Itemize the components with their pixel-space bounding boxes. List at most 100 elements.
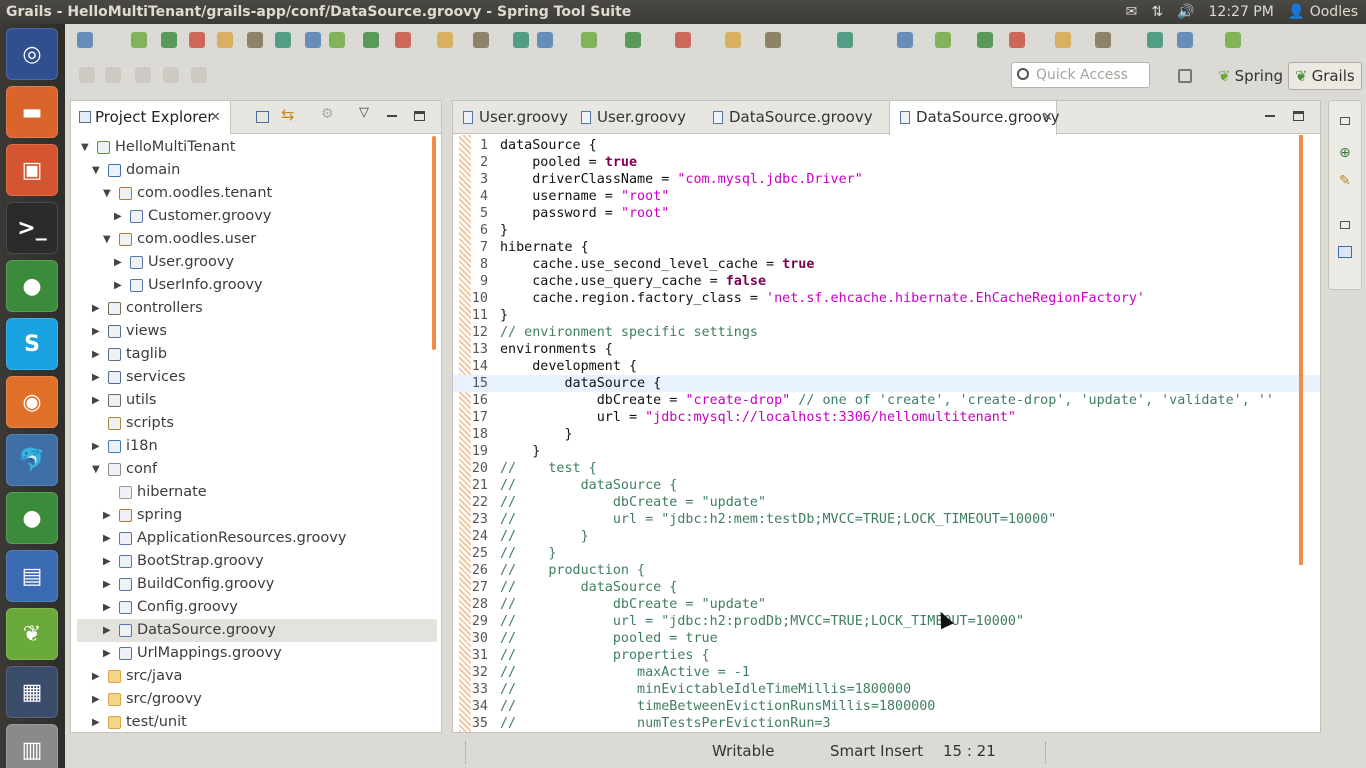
collapsed-arrow-icon[interactable]: ▶ xyxy=(92,688,102,711)
toolbar-icon-9[interactable] xyxy=(329,32,345,48)
launcher-software-center[interactable]: ▣ xyxy=(6,144,58,196)
code-line[interactable]: 18 } xyxy=(453,426,1320,443)
tree-item[interactable]: ▶ i18n xyxy=(77,435,437,458)
toolbar-icon-1[interactable] xyxy=(77,32,93,48)
launcher-ubuntu-dash[interactable]: ◎ xyxy=(6,28,58,80)
servers-icon[interactable]: ⊕ xyxy=(1339,145,1351,161)
editor-tab[interactable]: DataSource.groovy xyxy=(703,101,889,134)
launcher-firefox[interactable]: ◉ xyxy=(6,376,58,428)
tree-item[interactable]: ▼ com.oodles.tenant xyxy=(77,182,437,205)
editor-tab[interactable]: DataSource.groovy ✕ xyxy=(889,101,1060,135)
code-line[interactable]: 32 // maxActive = -1 xyxy=(453,664,1320,681)
tree-item[interactable]: ▶ spring xyxy=(77,504,437,527)
toolbar-disabled-icon-2[interactable] xyxy=(105,67,121,83)
editor-tab[interactable]: User.groovy xyxy=(571,101,703,134)
code-line[interactable]: 9 cache.use_query_cache = false xyxy=(453,273,1320,290)
network-icon[interactable]: ⇅ xyxy=(1151,0,1163,24)
code-line[interactable]: 21 // dataSource { xyxy=(453,477,1320,494)
toolbar-icon-20[interactable] xyxy=(765,32,781,48)
toolbar-icon-25[interactable] xyxy=(1009,32,1025,48)
tree-item[interactable]: ▶ views xyxy=(77,320,437,343)
toolbar-icon-19[interactable] xyxy=(725,32,741,48)
tree-item[interactable]: ▼ com.oodles.user xyxy=(77,228,437,251)
tree-item[interactable]: ▶ utils xyxy=(77,389,437,412)
view-menu-icon[interactable]: ▽ xyxy=(359,105,369,120)
perspective-spring[interactable]: ❦ Spring xyxy=(1212,62,1289,90)
expanded-arrow-icon[interactable]: ▼ xyxy=(103,228,113,251)
collapsed-arrow-icon[interactable]: ▶ xyxy=(92,343,102,366)
tree-item[interactable]: hibernate xyxy=(77,481,437,504)
code-line[interactable]: 14 development { xyxy=(453,358,1320,375)
toolbar-icon-2[interactable] xyxy=(131,32,147,48)
tree-item[interactable]: ▶ User.groovy xyxy=(77,251,437,274)
collapsed-arrow-icon[interactable]: ▶ xyxy=(114,274,124,297)
code-line[interactable]: 28 // dbCreate = "update" xyxy=(453,596,1320,613)
launcher-workspace-switcher[interactable]: ▦ xyxy=(6,666,58,718)
toolbar-icon-15[interactable] xyxy=(537,32,553,48)
perspective-grails[interactable]: ❦ Grails xyxy=(1288,62,1362,90)
collapsed-arrow-icon[interactable]: ▶ xyxy=(103,596,113,619)
tree-item[interactable]: ▼ domain xyxy=(77,159,437,182)
launcher-skype[interactable]: S xyxy=(6,318,58,370)
close-icon[interactable]: ✕ xyxy=(210,101,221,134)
launcher-chrome-2[interactable]: ● xyxy=(6,492,58,544)
toolbar-icon-28[interactable] xyxy=(1147,32,1163,48)
expanded-arrow-icon[interactable]: ▼ xyxy=(92,458,102,481)
launcher-mysql-workbench[interactable]: 🐬 xyxy=(6,434,58,486)
code-line[interactable]: 5 password = "root" xyxy=(453,205,1320,222)
code-line[interactable]: 29// url = "jdbc:h2:prodDb;MVCC=TRUE;LOC… xyxy=(453,613,1320,630)
toolbar-icon-4[interactable] xyxy=(189,32,205,48)
collapsed-arrow-icon[interactable]: ▶ xyxy=(103,642,113,665)
tree-item[interactable]: ▶ BuildConfig.groovy xyxy=(77,573,437,596)
toolbar-icon-12[interactable] xyxy=(437,32,453,48)
tree-item[interactable]: ▶ Config.groovy xyxy=(77,596,437,619)
toolbar-icon-27[interactable] xyxy=(1095,32,1111,48)
tree-item[interactable]: ▶ src/groovy xyxy=(77,688,437,711)
tree-item[interactable]: ▶ test/unit xyxy=(77,711,437,734)
code-line[interactable]: 30 // pooled = true xyxy=(453,630,1320,647)
toolbar-icon-24[interactable] xyxy=(977,32,993,48)
volume-icon[interactable]: 🔊 xyxy=(1177,0,1194,24)
code-line[interactable]: 34 // timeBetweenEvictionRunsMillis=18000… xyxy=(453,698,1320,715)
collapsed-arrow-icon[interactable]: ▶ xyxy=(114,205,124,228)
code-line[interactable]: 15 dataSource { xyxy=(453,375,1320,392)
toolbar-icon-11[interactable] xyxy=(395,32,411,48)
tree-item[interactable]: ▶ DataSource.groovy xyxy=(77,619,437,642)
mail-icon[interactable]: ✉ xyxy=(1126,0,1138,24)
restore-icon-2[interactable] xyxy=(1340,221,1350,229)
tree-item[interactable]: ▶ controllers xyxy=(77,297,437,320)
collapsed-arrow-icon[interactable]: ▶ xyxy=(114,251,124,274)
code-line[interactable]: 19 } xyxy=(453,443,1320,460)
quick-access-input[interactable]: Quick Access xyxy=(1011,62,1150,88)
tasks-icon[interactable]: ✎ xyxy=(1339,173,1351,189)
toolbar-icon-3[interactable] xyxy=(161,32,177,48)
tree-scrollbar[interactable] xyxy=(432,136,436,350)
collapsed-arrow-icon[interactable]: ▶ xyxy=(92,320,102,343)
user-menu[interactable]: 👤 Oodles xyxy=(1288,0,1358,24)
code-line[interactable]: 7 hibernate { xyxy=(453,239,1320,256)
code-line[interactable]: 17 url = "jdbc:mysql://localhost:3306/he… xyxy=(453,409,1320,426)
overview-ruler[interactable] xyxy=(1299,135,1303,565)
collapsed-arrow-icon[interactable]: ▶ xyxy=(103,619,113,642)
collapsed-arrow-icon[interactable]: ▶ xyxy=(92,665,102,688)
collapsed-arrow-icon[interactable]: ▶ xyxy=(103,573,113,596)
toolbar-icon-8[interactable] xyxy=(305,32,321,48)
tree-item[interactable]: ▼ conf xyxy=(77,458,437,481)
launcher-trash[interactable]: ▥ xyxy=(6,724,58,768)
code-line[interactable]: 11} xyxy=(453,307,1320,324)
code-line[interactable]: 16 dbCreate = "create-drop" // one of 'c… xyxy=(453,392,1320,409)
collapsed-arrow-icon[interactable]: ▶ xyxy=(103,550,113,573)
collapsed-arrow-icon[interactable]: ▶ xyxy=(92,435,102,458)
code-line[interactable]: 31 // properties { xyxy=(453,647,1320,664)
expanded-arrow-icon[interactable]: ▼ xyxy=(81,136,91,159)
toolbar-icon-7[interactable] xyxy=(275,32,291,48)
code-line[interactable]: 27 // dataSource { xyxy=(453,579,1320,596)
collapsed-arrow-icon[interactable]: ▶ xyxy=(103,527,113,550)
code-line[interactable]: 3 driverClassName = "com.mysql.jdbc.Driv… xyxy=(453,171,1320,188)
tree-item[interactable]: ▶ BootStrap.groovy xyxy=(77,550,437,573)
toolbar-icon-29[interactable] xyxy=(1177,32,1193,48)
toolbar-disabled-icon-5[interactable] xyxy=(191,67,207,83)
tree-item[interactable]: ▶ UserInfo.groovy xyxy=(77,274,437,297)
toolbar-disabled-icon-4[interactable] xyxy=(163,67,179,83)
tree-item[interactable]: scripts xyxy=(77,412,437,435)
